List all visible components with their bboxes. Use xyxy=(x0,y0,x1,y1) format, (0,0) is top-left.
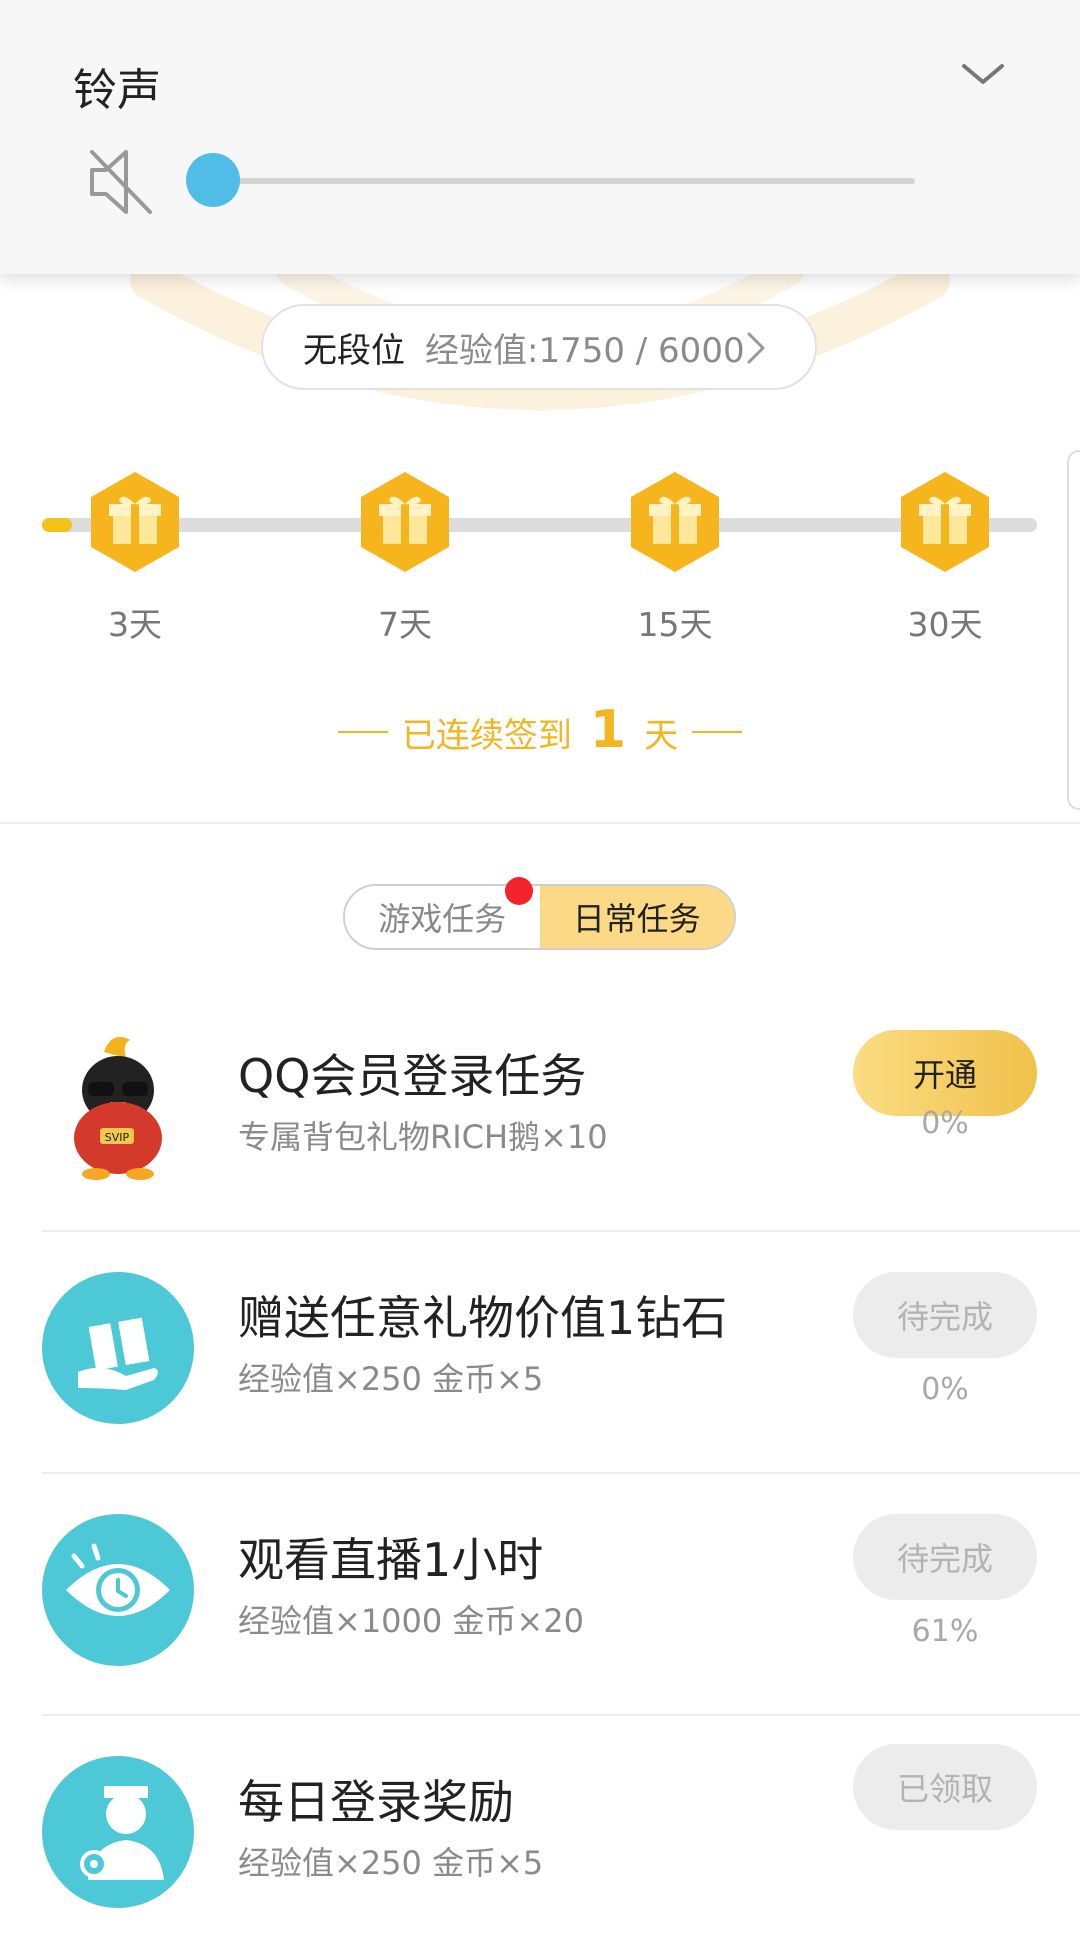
task-item: 每日登录奖励 经验值×250 金币×5 已领取 xyxy=(0,1716,1080,1958)
section-divider xyxy=(0,822,1080,824)
milestone-gift-15[interactable] xyxy=(627,470,723,574)
chevron-down-icon[interactable] xyxy=(958,58,1008,90)
task-item: 赠送任意礼物价值1钻石 经验值×250 金币×5 待完成 0% xyxy=(0,1232,1080,1474)
rank-pill[interactable]: 无段位 经验值:1750 / 6000 xyxy=(261,304,817,390)
user-login-icon xyxy=(42,1756,194,1908)
gift-hexagon-icon xyxy=(91,472,179,572)
task-tabs: 游戏任务 日常任务 xyxy=(343,884,736,950)
signin-progress-fill xyxy=(42,518,72,532)
task-reward: 经验值×250 金币×5 xyxy=(238,1844,544,1882)
pending-button[interactable]: 待完成 xyxy=(853,1514,1037,1600)
signin-progress-track xyxy=(42,518,1037,532)
task-title: QQ会员登录任务 xyxy=(238,1049,587,1103)
gift-hexagon-icon xyxy=(901,472,989,572)
signin-streak: 已连续签到 1 天 xyxy=(0,700,1080,762)
svg-text:SVIP: SVIP xyxy=(105,1131,130,1144)
task-reward: 经验值×250 金币×5 xyxy=(238,1360,544,1398)
streak-suffix: 天 xyxy=(644,715,679,756)
volume-slider-track[interactable] xyxy=(210,178,915,184)
chevron-right-icon xyxy=(747,332,765,364)
task-reward: 经验值×1000 金币×20 xyxy=(238,1602,584,1640)
volume-slider-knob[interactable] xyxy=(186,153,240,207)
open-button[interactable]: 开通 xyxy=(853,1030,1037,1116)
notification-dot xyxy=(505,877,533,905)
eye-clock-icon xyxy=(42,1514,194,1666)
task-item: SVIP QQ会员登录任务 专属背包礼物RICH鹅×10 开通 0% xyxy=(0,990,1080,1232)
milestone-gift-7[interactable] xyxy=(357,470,453,574)
rank-name: 无段位 xyxy=(303,330,405,371)
task-progress: 0% xyxy=(921,1106,969,1141)
gift-hexagon-icon xyxy=(361,472,449,572)
gift-hexagon-icon xyxy=(631,472,719,572)
svip-penguin-icon: SVIP xyxy=(42,1030,194,1182)
task-progress: 0% xyxy=(921,1372,969,1407)
tab-daily-tasks[interactable]: 日常任务 xyxy=(539,886,734,948)
rank-exp: 经验值:1750 / 6000 xyxy=(425,330,745,371)
milestone-gift-3[interactable] xyxy=(87,470,183,574)
streak-line-left xyxy=(337,731,388,733)
streak-days: 1 xyxy=(589,700,627,760)
milestone-label: 7天 xyxy=(378,605,432,644)
task-reward: 专属背包礼物RICH鹅×10 xyxy=(238,1118,608,1156)
gift-hand-icon xyxy=(42,1272,194,1424)
volume-title: 铃声 xyxy=(73,65,161,116)
task-title: 每日登录奖励 xyxy=(238,1775,514,1829)
milestone-gift-30[interactable] xyxy=(897,470,993,574)
milestone-label: 3天 xyxy=(108,605,162,644)
mute-icon[interactable] xyxy=(86,146,156,218)
pending-button[interactable]: 待完成 xyxy=(853,1272,1037,1358)
task-item: 观看直播1小时 经验值×1000 金币×20 待完成 61% xyxy=(0,1474,1080,1716)
task-title: 赠送任意礼物价值1钻石 xyxy=(238,1291,728,1345)
claimed-button[interactable]: 已领取 xyxy=(853,1744,1037,1830)
milestone-label: 15天 xyxy=(637,605,713,644)
task-progress: 61% xyxy=(911,1614,979,1649)
milestone-label: 30天 xyxy=(907,605,983,644)
volume-panel: 铃声 xyxy=(0,0,1080,274)
streak-line-right xyxy=(692,731,743,733)
streak-prefix: 已连续签到 xyxy=(401,715,572,756)
task-title: 观看直播1小时 xyxy=(238,1533,544,1587)
